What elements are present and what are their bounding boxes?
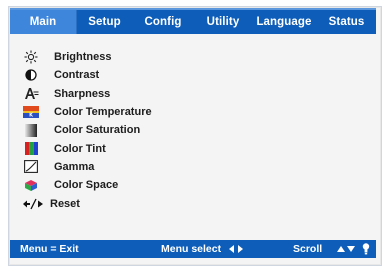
menu-item-label: Sharpness xyxy=(54,87,111,100)
menu-item-label: Color Tint xyxy=(54,142,106,155)
tab-bar: Main Setup Config Utility Language Statu… xyxy=(10,8,376,34)
lamp-icon xyxy=(362,242,370,258)
gamma-icon xyxy=(22,160,40,174)
menu-item-label: Color Saturation xyxy=(54,124,141,137)
menu-item-color-space[interactable]: Color Space xyxy=(22,176,362,194)
menu-item-color-temperature[interactable]: K Color Temperature xyxy=(22,103,362,121)
menu-item-brightness[interactable]: Brightness xyxy=(22,48,362,66)
tab-language[interactable]: Language xyxy=(252,10,316,34)
color-saturation-icon xyxy=(22,123,40,137)
menu-item-label: Contrast xyxy=(54,69,100,82)
reset-icon xyxy=(22,197,44,211)
color-space-icon xyxy=(22,178,40,192)
menu-item-label: Gamma xyxy=(54,160,95,173)
menu-item-gamma[interactable]: Gamma xyxy=(22,158,362,176)
menu-item-contrast[interactable]: Contrast xyxy=(22,66,362,84)
menu-item-sharpness[interactable]: Sharpness xyxy=(22,85,362,103)
menu-item-color-tint[interactable]: Color Tint xyxy=(22,139,362,157)
menu-item-reset[interactable]: Reset xyxy=(22,194,362,212)
tab-config[interactable]: Config xyxy=(132,10,194,34)
color-temperature-icon: K xyxy=(22,105,40,119)
menu-select-hint: Menu select xyxy=(161,243,222,255)
tab-setup[interactable]: Setup xyxy=(77,10,132,34)
menu-item-label: Color Space xyxy=(54,179,119,192)
up-down-arrows-icon xyxy=(336,244,356,257)
menu-item-label: Color Temperature xyxy=(54,106,152,119)
menu-item-label: Reset xyxy=(50,197,80,210)
sharpness-icon xyxy=(22,87,40,101)
scroll-hint: Scroll xyxy=(293,243,323,255)
tab-main[interactable]: Main xyxy=(10,10,77,34)
main-menu-list: Brightness Contrast Sharpness K Color Te… xyxy=(22,48,362,213)
menu-item-label: Brightness xyxy=(54,51,112,64)
left-right-arrows-icon xyxy=(228,244,244,257)
menu-item-color-saturation[interactable]: Color Saturation xyxy=(22,121,362,139)
color-tint-icon xyxy=(22,142,40,156)
contrast-icon xyxy=(22,68,40,82)
footer-help-bar: Menu = Exit Menu select Scroll xyxy=(10,240,376,258)
brightness-sun-icon xyxy=(22,50,40,64)
tab-status[interactable]: Status xyxy=(316,10,377,34)
tab-utility[interactable]: Utility xyxy=(194,10,252,34)
menu-exit-hint: Menu = Exit xyxy=(20,243,79,255)
